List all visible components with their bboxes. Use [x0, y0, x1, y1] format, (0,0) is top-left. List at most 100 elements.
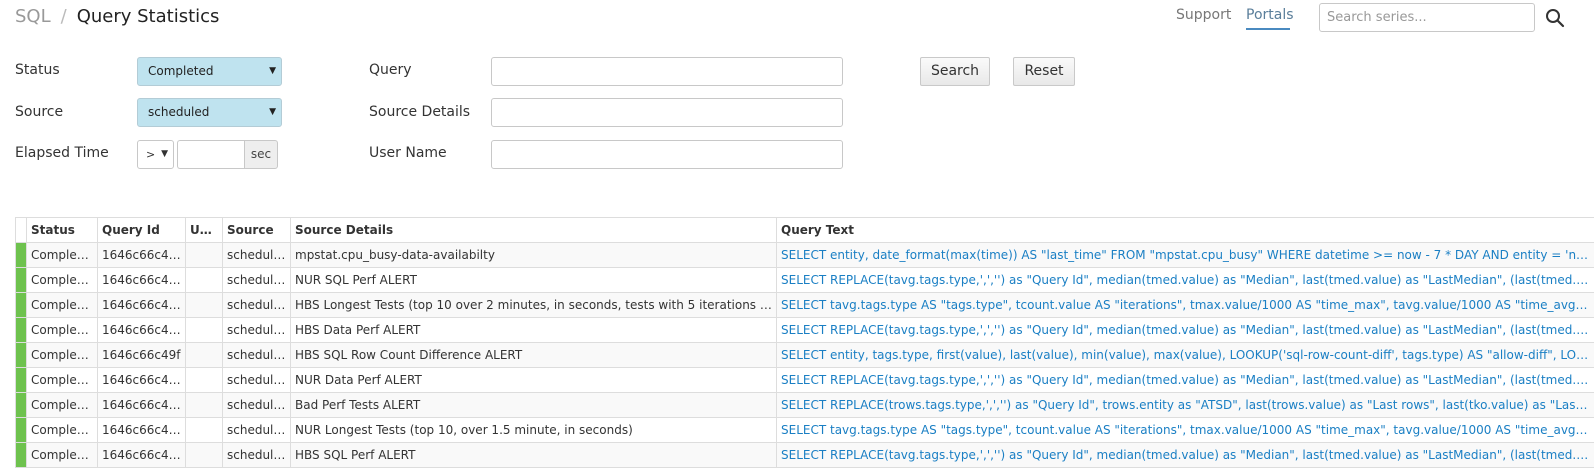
status-indicator	[15, 416, 27, 443]
cell-source: scheduled	[222, 391, 291, 418]
status-color-bar	[16, 443, 26, 467]
source-select[interactable]: scheduled ▼	[137, 98, 282, 127]
cell-status: Completed	[26, 291, 98, 318]
query-text-link[interactable]: SELECT entity, date_format(max(time)) AS…	[781, 248, 1594, 262]
query-text-link[interactable]: SELECT tavg.tags.type AS "tags.type", tc…	[781, 423, 1594, 437]
column-header-query-text[interactable]: Query Text	[776, 217, 1594, 243]
query-statistics-table: Status Query Id User Source Source Detai…	[15, 217, 1594, 468]
cell-query-text: SELECT REPLACE(trows.tags.type,',','') a…	[776, 391, 1594, 418]
cell-source: scheduled	[222, 366, 291, 393]
breadcrumb-sql-link[interactable]: SQL	[15, 6, 51, 27]
cell-query-id: 1646c66c49b	[97, 441, 186, 468]
status-color-bar	[16, 368, 26, 392]
cell-query-text: SELECT REPLACE(tavg.tags.type,',','') as…	[776, 266, 1594, 293]
cell-user	[185, 366, 223, 393]
status-indicator	[15, 341, 27, 368]
table-row[interactable]: Completed 1646c66c4a0 scheduled HBS Data Pe…	[15, 316, 1594, 343]
query-text-link[interactable]: SELECT REPLACE(trows.tags.type,',','') a…	[781, 398, 1594, 412]
cell-query-id: 1646c66c49f	[97, 341, 186, 368]
page-title: Query Statistics	[76, 6, 220, 27]
cell-source: scheduled	[222, 266, 291, 293]
elapsed-operator-select[interactable]: > ▼	[137, 140, 174, 169]
query-input[interactable]	[491, 57, 843, 86]
reset-button[interactable]: Reset	[1013, 57, 1075, 86]
cell-status: Completed	[26, 316, 98, 343]
cell-source-details: mpstat.cpu_busy-data-availabilty	[290, 241, 777, 268]
status-color-bar	[16, 343, 26, 367]
user-name-label: User Name	[369, 145, 447, 161]
column-header-query-id[interactable]: Query Id	[97, 217, 186, 243]
search-icon[interactable]	[1545, 8, 1565, 28]
cell-query-id: 1646c66c4a2	[97, 266, 186, 293]
user-name-input[interactable]	[491, 140, 843, 169]
query-text-link[interactable]: SELECT REPLACE(tavg.tags.type,',','') as…	[781, 323, 1594, 337]
elapsed-time-input[interactable]	[177, 140, 245, 169]
table-row[interactable]: Completed 1646c66c49f scheduled HBS SQL Row…	[15, 341, 1594, 368]
cell-source-details: Bad Perf Tests ALERT	[290, 391, 777, 418]
status-indicator	[15, 291, 27, 318]
nav-active-underline	[1246, 28, 1290, 30]
cell-source: scheduled	[222, 291, 291, 318]
column-header-source-details[interactable]: Source Details	[290, 217, 777, 243]
status-indicator	[15, 266, 27, 293]
elapsed-time-label: Elapsed Time	[15, 145, 109, 161]
search-button[interactable]: Search	[920, 57, 990, 86]
breadcrumb: SQL / Query Statistics	[15, 6, 219, 27]
chevron-down-icon: ▼	[161, 149, 168, 159]
table-row[interactable]: Completed 1646c66c49d scheduled Bad Perf Te…	[15, 391, 1594, 418]
table-row[interactable]: Completed 1646c66c4a1 scheduled HBS Longest…	[15, 291, 1594, 318]
elapsed-unit-addon: sec	[244, 140, 278, 169]
cell-query-id: 1646c66c4a3	[97, 241, 186, 268]
status-indicator	[15, 241, 27, 268]
cell-user	[185, 341, 223, 368]
nav-portals-link[interactable]: Portals	[1246, 7, 1294, 23]
table-row[interactable]: Completed 1646c66c49b scheduled HBS SQL Per…	[15, 441, 1594, 468]
cell-user	[185, 441, 223, 468]
column-header-user[interactable]: User	[185, 217, 223, 243]
status-indicator	[15, 391, 27, 418]
table-row[interactable]: Completed 1646c66c4a3 scheduled mpstat.cpu_…	[15, 241, 1594, 268]
cell-query-text: SELECT tavg.tags.type AS "tags.type", tc…	[776, 416, 1594, 443]
status-color-bar	[16, 418, 26, 442]
status-select[interactable]: Completed ▼	[137, 57, 282, 86]
status-indicator	[15, 441, 27, 468]
source-select-value: scheduled	[148, 105, 210, 119]
cell-user	[185, 291, 223, 318]
chevron-down-icon: ▼	[269, 66, 276, 76]
source-details-input[interactable]	[491, 98, 843, 127]
cell-user	[185, 316, 223, 343]
query-text-link[interactable]: SELECT REPLACE(tavg.tags.type,',','') as…	[781, 448, 1594, 462]
nav-support-link[interactable]: Support	[1176, 7, 1231, 23]
cell-user	[185, 241, 223, 268]
source-label: Source	[15, 104, 64, 120]
status-indicator-header	[15, 217, 27, 243]
status-indicator	[15, 366, 27, 393]
status-color-bar	[16, 243, 26, 267]
query-text-link[interactable]: SELECT tavg.tags.type AS "tags.type", tc…	[781, 298, 1594, 312]
breadcrumb-separator: /	[60, 6, 67, 27]
source-details-label: Source Details	[369, 104, 471, 120]
column-header-source[interactable]: Source	[222, 217, 291, 243]
cell-query-text: SELECT entity, tags.type, first(value), …	[776, 341, 1594, 368]
table-row[interactable]: Completed 1646c66c49e scheduled NUR Data Pe…	[15, 366, 1594, 393]
cell-query-id: 1646c66c49d	[97, 391, 186, 418]
cell-source-details: HBS SQL Perf ALERT	[290, 441, 777, 468]
cell-source-details: NUR Longest Tests (top 10, over 1.5 minu…	[290, 416, 777, 443]
search-series-input[interactable]	[1319, 3, 1535, 32]
column-header-status[interactable]: Status	[26, 217, 98, 243]
cell-source-details: NUR SQL Perf ALERT	[290, 266, 777, 293]
cell-status: Completed	[26, 416, 98, 443]
table-row[interactable]: Completed 1646c66c49c scheduled NUR Longest…	[15, 416, 1594, 443]
query-statistics-table-container: Status Query Id User Source Source Detai…	[15, 217, 1594, 476]
cell-status: Completed	[26, 241, 98, 268]
status-color-bar	[16, 318, 26, 342]
cell-query-text: SELECT tavg.tags.type AS "tags.type", tc…	[776, 291, 1594, 318]
query-text-link[interactable]: SELECT entity, tags.type, first(value), …	[781, 348, 1594, 362]
table-row[interactable]: Completed 1646c66c4a2 scheduled NUR SQL Per…	[15, 266, 1594, 293]
status-color-bar	[16, 393, 26, 417]
query-text-link[interactable]: SELECT REPLACE(tavg.tags.type,',','') as…	[781, 273, 1594, 287]
elapsed-operator-value: >	[146, 148, 156, 161]
status-color-bar	[16, 293, 26, 317]
query-text-link[interactable]: SELECT REPLACE(tavg.tags.type,',','') as…	[781, 373, 1594, 387]
cell-user	[185, 391, 223, 418]
